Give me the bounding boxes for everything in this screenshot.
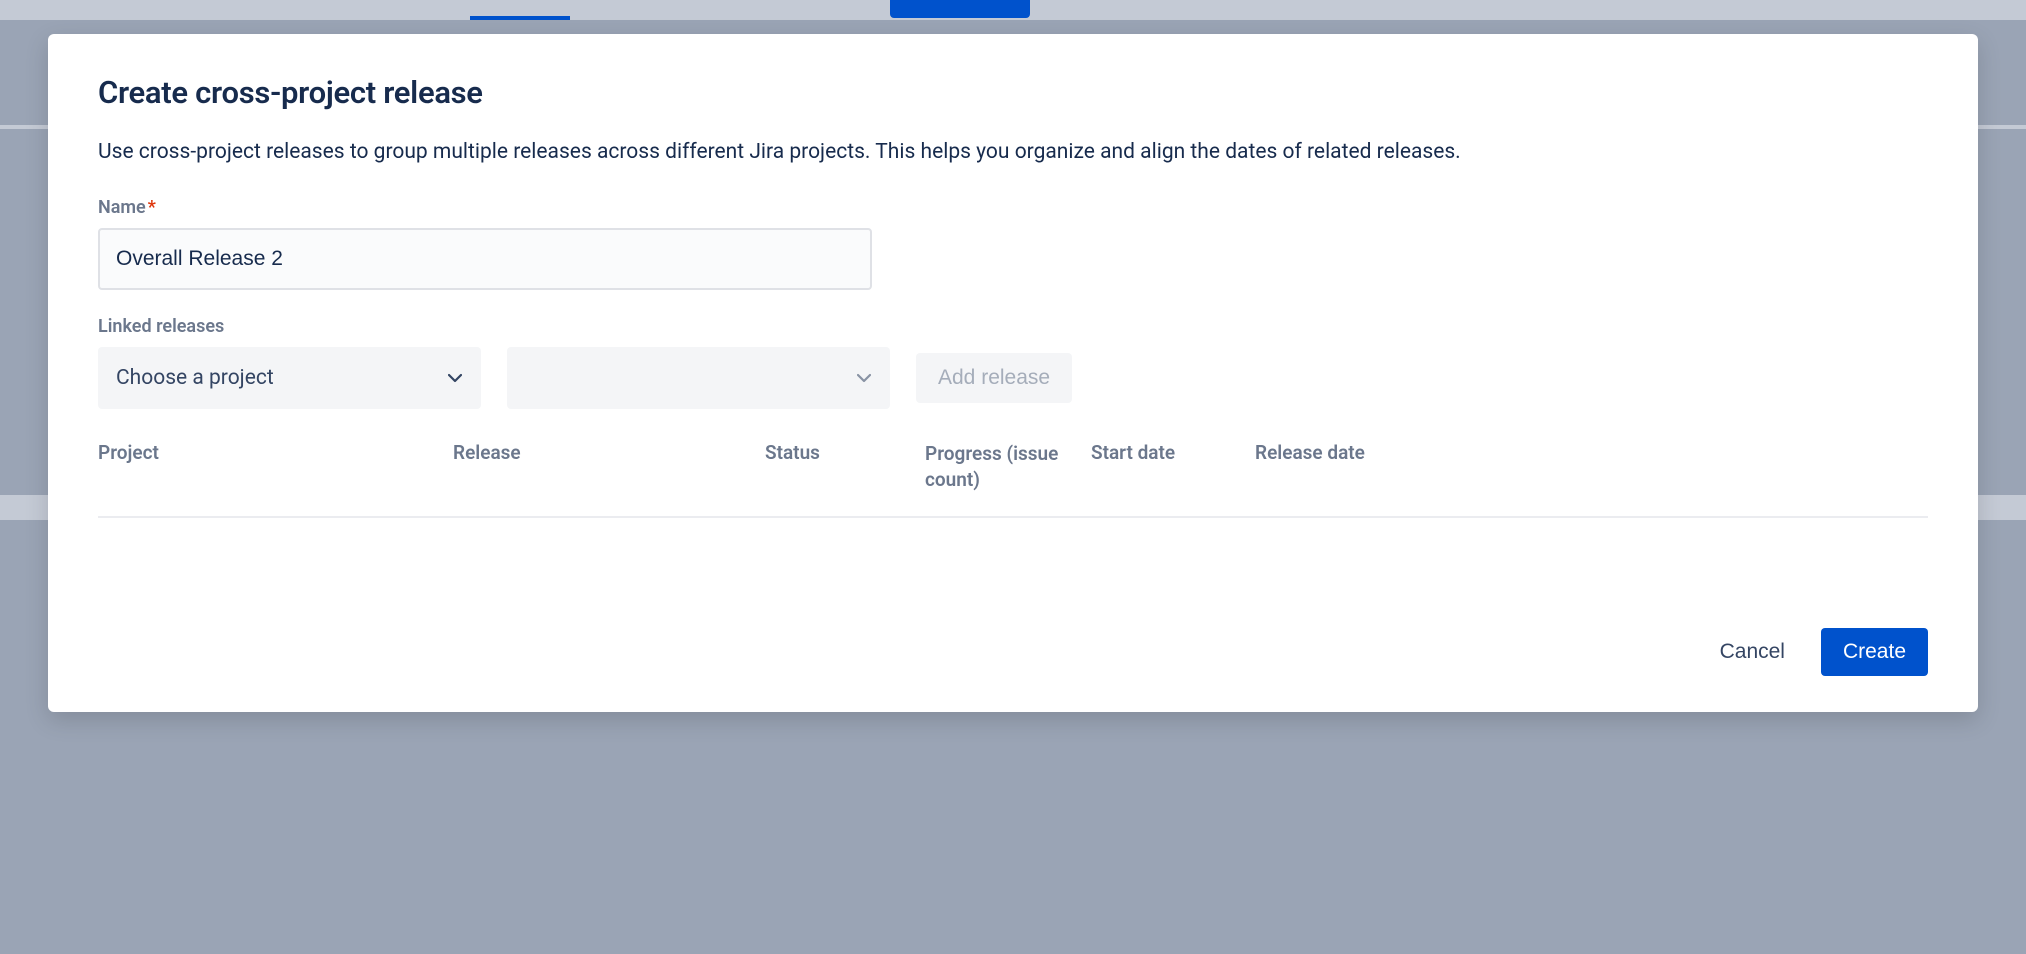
create-button[interactable]: Create (1821, 628, 1928, 676)
linked-releases-table-header: Project Release Status Progress (issue c… (98, 441, 1928, 518)
column-header-start-date: Start date (1091, 441, 1255, 494)
linked-releases-row: Choose a project Add release (98, 347, 1928, 409)
name-field-label: Name* (98, 197, 1928, 218)
modal-title: Create cross-project release (98, 74, 1928, 111)
project-select[interactable]: Choose a project (98, 347, 481, 409)
create-cross-project-release-modal: Create cross-project release Use cross-p… (48, 34, 1978, 712)
column-header-status: Status (765, 441, 925, 494)
chevron-down-icon (856, 370, 872, 386)
modal-footer: Cancel Create (98, 628, 1928, 676)
background-active-tab (890, 0, 1030, 18)
name-input[interactable] (98, 228, 872, 290)
required-indicator: * (148, 197, 156, 218)
release-select[interactable] (507, 347, 890, 409)
name-label-text: Name (98, 197, 146, 218)
background-tab-underline (470, 0, 570, 20)
cancel-button[interactable]: Cancel (1698, 628, 1807, 676)
column-header-release: Release (453, 441, 765, 494)
chevron-down-icon (447, 370, 463, 386)
modal-description: Use cross-project releases to group mult… (98, 137, 1928, 169)
add-release-button: Add release (916, 353, 1072, 403)
column-header-release-date: Release date (1255, 441, 1928, 494)
project-select-placeholder: Choose a project (116, 366, 274, 390)
column-header-progress: Progress (issue count) (925, 441, 1091, 494)
linked-releases-label: Linked releases (98, 316, 1928, 337)
column-header-project: Project (98, 441, 453, 494)
